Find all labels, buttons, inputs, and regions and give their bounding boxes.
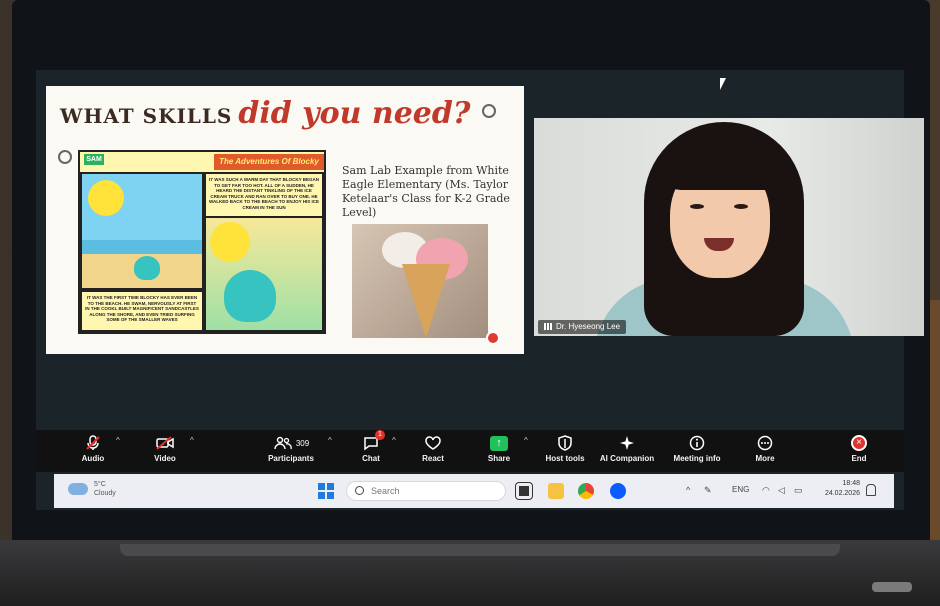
- shield-icon: [555, 434, 575, 452]
- task-view-icon[interactable]: [515, 482, 533, 500]
- weather-widget[interactable]: 5°C Cloudy: [68, 480, 116, 498]
- sparkle-icon: [617, 434, 637, 452]
- participants-icon: [273, 434, 293, 452]
- react-label: React: [422, 454, 444, 463]
- comic-panel-text-top: IT WAS SUCH A WARM DAY THAT BLOCKY BEGAN…: [204, 172, 324, 218]
- audio-options-chevron-icon[interactable]: ^: [116, 436, 120, 445]
- slide-ring-icon: [482, 104, 496, 118]
- slide-title: WHAT SKILLS did you need?: [60, 96, 470, 131]
- more-button[interactable]: More: [730, 434, 800, 463]
- chat-unread-badge: 1: [375, 430, 385, 440]
- slide-ring-icon: [58, 150, 72, 164]
- video-label: Video: [154, 454, 176, 463]
- cloud-icon: [68, 483, 88, 495]
- volume-icon[interactable]: ◁: [778, 485, 785, 496]
- comic-strip: SAM The Adventures Of Blocky IT WAS SUCH…: [78, 150, 326, 334]
- speaker-video[interactable]: Dr. Hyeseong Lee: [534, 118, 924, 336]
- more-label: More: [755, 454, 775, 463]
- comic-caption-top: IT WAS SUCH A WARM DAY THAT BLOCKY BEGAN…: [209, 177, 320, 210]
- blocky-character: [134, 256, 160, 280]
- share-label: Share: [487, 454, 511, 463]
- ice-cream-cone: [402, 264, 450, 338]
- end-label: End: [851, 454, 867, 463]
- shared-slide: WHAT SKILLS did you need? SAM The Adventu…: [46, 86, 524, 354]
- more-dots-icon: [755, 434, 775, 452]
- file-explorer-icon[interactable]: [548, 483, 564, 499]
- weather-condition: Cloudy: [94, 490, 116, 497]
- end-call-icon: ×: [849, 434, 869, 452]
- slide-title-part1: WHAT SKILLS: [60, 104, 233, 128]
- comic-title: The Adventures Of Blocky: [214, 154, 324, 170]
- taskbar-clock[interactable]: 18:48 24.02.2026: [814, 479, 860, 499]
- microphone-muted-icon: [83, 434, 103, 452]
- language-indicator[interactable]: ENG: [732, 485, 749, 494]
- camera-off-icon: [155, 434, 175, 452]
- host-tools-button[interactable]: Host tools: [530, 434, 600, 463]
- search-placeholder: Search: [371, 486, 400, 496]
- share-options-chevron-icon[interactable]: ^: [524, 436, 528, 445]
- ai-companion-button[interactable]: AI Companion: [592, 434, 662, 463]
- participants-label: Participants: [268, 454, 314, 463]
- comic-panel-icecream: [204, 216, 324, 332]
- mouse-cursor-icon: [720, 78, 726, 90]
- notification-bell-icon[interactable]: [866, 484, 876, 496]
- speaker-eye: [690, 204, 704, 209]
- ice-cream-photo: [352, 224, 488, 338]
- zoom-app-icon[interactable]: [610, 483, 626, 499]
- windows-taskbar: 5°C Cloudy Search ^ ✎ ENG ◠ ◁ ▭ 18:48 24…: [54, 474, 894, 508]
- example-description: Sam Lab Example from White Eagle Element…: [342, 164, 510, 219]
- battery-icon[interactable]: ▭: [794, 485, 803, 496]
- chat-options-chevron-icon[interactable]: ^: [392, 436, 396, 445]
- host-tools-label: Host tools: [545, 454, 585, 463]
- taskbar-search[interactable]: Search: [346, 481, 506, 501]
- windows-start-icon[interactable]: [318, 483, 334, 499]
- chrome-icon[interactable]: [578, 483, 594, 499]
- laptop-button: [872, 582, 912, 592]
- speaker-bangs: [660, 138, 780, 190]
- ai-companion-label: AI Companion: [599, 454, 655, 463]
- video-options-chevron-icon[interactable]: ^: [190, 436, 194, 445]
- audio-label: Audio: [81, 454, 105, 463]
- chat-label: Chat: [362, 454, 380, 463]
- end-button[interactable]: × End: [824, 434, 894, 463]
- clock-time: 18:48: [842, 480, 860, 487]
- slide-title-part2: did you need?: [238, 96, 471, 131]
- chat-icon: 1: [361, 430, 385, 452]
- meeting-info-button[interactable]: Meeting info: [662, 434, 732, 463]
- speaker-eye: [734, 204, 748, 209]
- info-icon: [687, 434, 707, 452]
- comic-badge: SAM: [84, 154, 104, 165]
- comic-panel-text-bottom: IT WAS THE FIRST TIME BLOCKY HAS EVER BE…: [80, 290, 204, 332]
- participant-name: Dr. Hyeseong Lee: [556, 322, 621, 331]
- react-button[interactable]: React: [398, 434, 468, 463]
- participants-button[interactable]: 309 Participants: [254, 434, 328, 463]
- participants-count: 309: [295, 438, 310, 448]
- clock-date: 24.02.2026: [824, 490, 860, 497]
- tray-overflow-chevron-icon[interactable]: ^: [686, 485, 690, 495]
- heart-icon: [423, 434, 443, 452]
- comic-panel-beach: [80, 172, 204, 290]
- comic-caption-bottom: IT WAS THE FIRST TIME BLOCKY HAS EVER BE…: [85, 295, 199, 322]
- blocky-character: [224, 270, 276, 322]
- participant-name-tag: Dr. Hyeseong Lee: [538, 320, 627, 334]
- sun-icon: [210, 222, 250, 262]
- signal-bars-icon: [544, 323, 552, 330]
- participants-options-chevron-icon[interactable]: ^: [328, 436, 332, 445]
- pen-icon[interactable]: ✎: [704, 485, 712, 496]
- laptop-screen: WHAT SKILLS did you need? SAM The Adventu…: [36, 70, 924, 510]
- meeting-info-label: Meeting info: [673, 454, 721, 463]
- sun-icon: [88, 180, 124, 216]
- search-icon: [355, 486, 364, 495]
- record-dot-icon: [486, 331, 500, 345]
- zoom-toolbar: Audio ^ Video ^ 309 Participants ^ 1 Cha…: [36, 430, 904, 472]
- laptop-hinge: [120, 544, 840, 556]
- weather-temperature: 5°C: [94, 481, 106, 488]
- share-screen-icon: ↑: [489, 434, 509, 452]
- wifi-icon[interactable]: ◠: [762, 485, 770, 496]
